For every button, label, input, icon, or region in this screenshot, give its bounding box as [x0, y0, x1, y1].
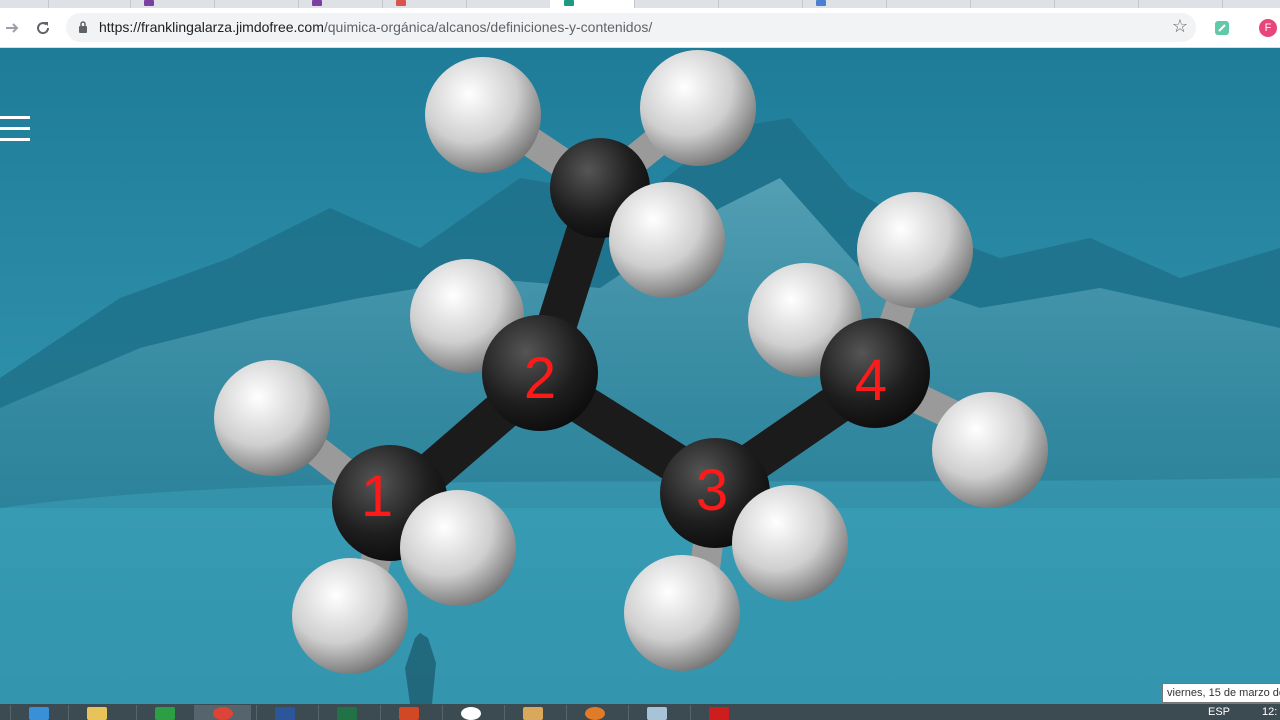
browser-tab[interactable] — [970, 0, 1055, 8]
carbon-label-3: 3 — [696, 458, 728, 523]
browser-tab[interactable] — [0, 0, 49, 8]
basketball-app-icon — [585, 707, 605, 720]
forward-button[interactable] — [2, 18, 22, 38]
browser-tab-active[interactable] — [550, 0, 635, 8]
browser-tab[interactable] — [214, 0, 299, 8]
taskbar-app-button[interactable] — [504, 705, 561, 720]
hydrogen-atom — [857, 192, 973, 308]
extension-icon[interactable] — [1212, 18, 1232, 38]
window-app-icon — [647, 707, 667, 720]
taskbar-chrome-button[interactable] — [194, 705, 251, 720]
taskbar-app-button[interactable] — [566, 705, 623, 720]
browser-tab[interactable] — [466, 0, 551, 8]
browser-tab[interactable] — [718, 0, 803, 8]
browser-tab[interactable] — [130, 0, 215, 8]
hydrogen-atom — [292, 558, 408, 674]
browser-tab[interactable] — [634, 0, 719, 8]
language-indicator[interactable]: ESP — [1208, 706, 1230, 718]
bookmark-star-icon[interactable]: ☆ — [1172, 16, 1188, 37]
carbon-label-2: 2 — [524, 346, 556, 411]
taskbar-app-button[interactable] — [690, 705, 747, 720]
url-domain: https://franklingalarza.jimdofree.com — [99, 19, 324, 35]
reload-icon — [37, 22, 50, 35]
butane-molecule-model: 1 2 3 4 — [214, 50, 1048, 674]
browser-tab[interactable] — [1138, 0, 1223, 8]
word-icon — [275, 707, 295, 720]
forward-arrow-icon — [6, 23, 19, 33]
store-icon — [155, 707, 175, 720]
tab-favicon-icon — [396, 0, 406, 6]
tab-strip — [0, 0, 1280, 8]
tab-favicon-icon — [312, 0, 322, 6]
tab-favicon-icon — [564, 0, 574, 6]
pdf-app-icon — [709, 707, 729, 720]
taskbar-excel-button[interactable] — [318, 705, 375, 720]
carbon-label-1: 1 — [361, 464, 393, 529]
hydrogen-atom — [425, 57, 541, 173]
url-path: /quimica-orgánica/alcanos/definiciones-y… — [323, 19, 653, 35]
taskbar-store-button[interactable] — [136, 705, 193, 720]
taskbar-word-button[interactable] — [256, 705, 313, 720]
taskbar-clock[interactable]: 12: — [1262, 706, 1277, 718]
hydrogen-atom — [640, 50, 756, 166]
browser-tab[interactable] — [1054, 0, 1139, 8]
address-bar[interactable]: https://franklingalarza.jimdofree.com/qu… — [66, 13, 1196, 42]
windows-taskbar: ESP 12: — [0, 704, 1280, 720]
browser-tab[interactable] — [802, 0, 887, 8]
browser-tab[interactable] — [886, 0, 971, 8]
browser-toolbar: https://franklingalarza.jimdofree.com/qu… — [0, 8, 1280, 48]
browser-tab[interactable] — [48, 0, 131, 8]
hydrogen-atom — [214, 360, 330, 476]
excel-icon — [337, 707, 357, 720]
date-tooltip: viernes, 15 de marzo de 2019 — [1162, 683, 1280, 703]
hydrogen-atom — [609, 182, 725, 298]
profile-avatar[interactable]: F — [1259, 19, 1277, 37]
hydrogen-atom — [624, 555, 740, 671]
hydrogen-atom — [932, 392, 1048, 508]
chrome-icon — [213, 707, 233, 720]
carbon-label-4: 4 — [855, 348, 887, 413]
taskbar-app-button[interactable] — [442, 705, 499, 720]
page-content: 1 2 3 4 — [0, 48, 1280, 704]
taskbar-ie-button[interactable] — [10, 705, 67, 720]
powerpoint-icon — [399, 707, 419, 720]
lock-icon — [79, 21, 87, 33]
taskbar-app-button[interactable] — [628, 705, 685, 720]
tab-favicon-icon — [144, 0, 154, 6]
hydrogen-atom — [400, 490, 516, 606]
browser-tab[interactable] — [382, 0, 467, 8]
circle-app-icon — [461, 707, 481, 720]
url-text[interactable]: https://franklingalarza.jimdofree.com/qu… — [99, 19, 652, 35]
taskbar-explorer-button[interactable] — [68, 705, 125, 720]
taskbar-powerpoint-button[interactable] — [380, 705, 437, 720]
bottle-app-icon — [523, 707, 543, 720]
folder-icon — [87, 707, 107, 720]
browser-tab[interactable] — [298, 0, 383, 8]
hydrogen-atom — [732, 485, 848, 601]
tab-favicon-icon — [816, 0, 826, 6]
internet-explorer-icon — [29, 707, 49, 720]
reload-button[interactable] — [33, 18, 53, 38]
